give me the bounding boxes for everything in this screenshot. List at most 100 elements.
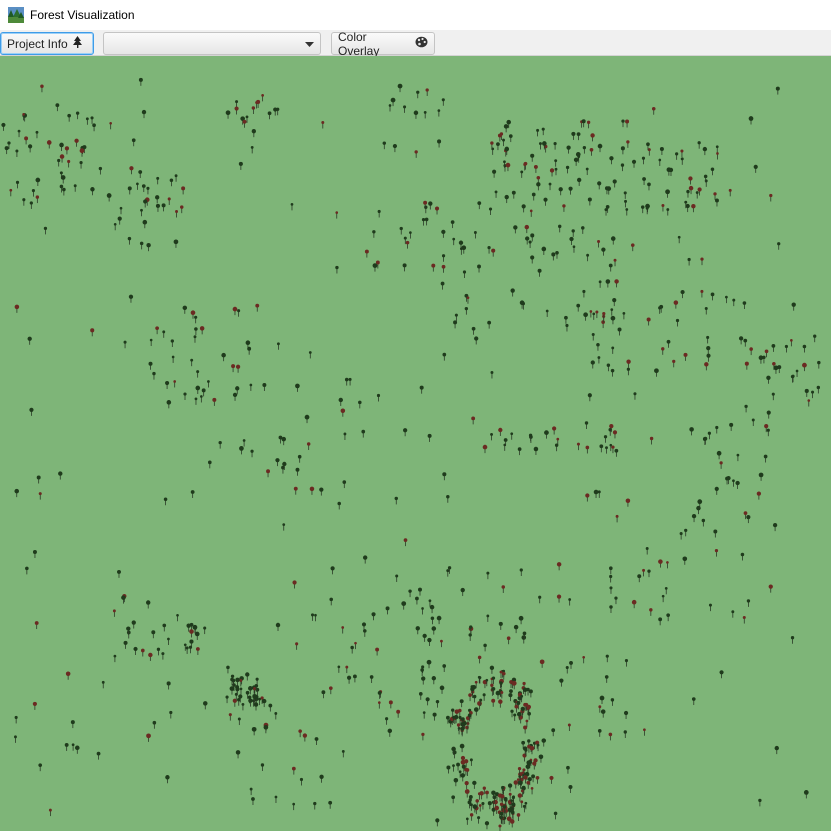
tree [421,607,424,615]
tree [538,595,542,604]
tree [106,193,112,202]
tree [453,777,459,787]
tree [403,105,407,113]
tree [309,486,315,495]
tree [530,787,534,795]
project-info-button[interactable]: Project Info [0,32,94,55]
tree [29,201,33,209]
tree [473,231,477,239]
tree [85,117,89,125]
tree [597,143,603,153]
tree [626,359,631,368]
tree [441,229,446,238]
tree [371,612,376,621]
tree [335,211,339,219]
tree [282,523,286,531]
tree [746,599,751,607]
tree [523,725,528,734]
tree [508,134,513,143]
tree [494,190,498,198]
tree [152,371,156,380]
tree [707,431,712,440]
tree [377,701,381,709]
tree [511,190,516,199]
tree [646,317,651,326]
tree [397,83,403,93]
tree [499,670,503,679]
tree [1,122,6,131]
tree [562,204,566,212]
tree [498,621,503,630]
tree [421,218,426,226]
tree [275,458,280,467]
tree [695,191,699,199]
tree [576,442,580,451]
tree [405,240,410,249]
tree [538,142,542,150]
tree [704,179,708,187]
project-select-dropdown[interactable] [103,32,321,55]
tree [235,364,241,373]
tree [22,198,26,206]
tree [453,320,458,329]
tree [706,353,711,362]
tree [621,119,625,128]
tree [587,197,592,206]
tree [337,665,341,673]
tree [71,743,75,751]
tree [715,198,719,207]
tree [464,307,469,315]
tree [119,206,123,215]
tree [408,589,412,598]
tree [293,486,298,495]
tree [241,702,245,711]
tree [162,330,166,338]
tree [647,569,651,578]
tree [142,219,148,229]
tree [55,103,60,112]
tree [194,327,198,335]
tree [239,446,244,455]
tree [262,383,267,392]
tree [460,773,466,782]
tree [731,610,735,618]
tree [549,168,555,177]
tree [758,798,762,807]
tree [591,333,595,341]
tree [606,363,611,372]
tree [599,695,605,705]
tree [491,676,496,685]
tree [385,606,390,615]
tree [155,326,159,335]
tree [25,566,29,575]
tree [319,487,324,496]
tree [372,263,378,272]
tree [274,795,278,804]
tree [29,407,34,416]
tree [539,659,545,668]
tree [486,571,490,580]
tree [253,702,259,711]
tree [121,595,126,604]
tree [413,110,419,119]
tree [597,729,602,737]
tree [569,660,573,669]
forest-3d-viewport[interactable] [0,56,831,831]
tree [341,626,345,634]
tree [702,146,708,156]
tree [90,328,95,337]
tree [422,711,426,719]
tree [136,182,139,190]
tree [625,498,631,507]
tree [261,698,267,708]
tree [682,556,688,565]
tree [162,623,167,632]
color-overlay-button[interactable]: Color Overlay [331,30,435,58]
tree [74,138,79,147]
tree [487,246,491,254]
tree [630,243,635,252]
tree [207,380,210,388]
tree [190,358,194,367]
tree [226,665,230,674]
tree [350,645,354,654]
